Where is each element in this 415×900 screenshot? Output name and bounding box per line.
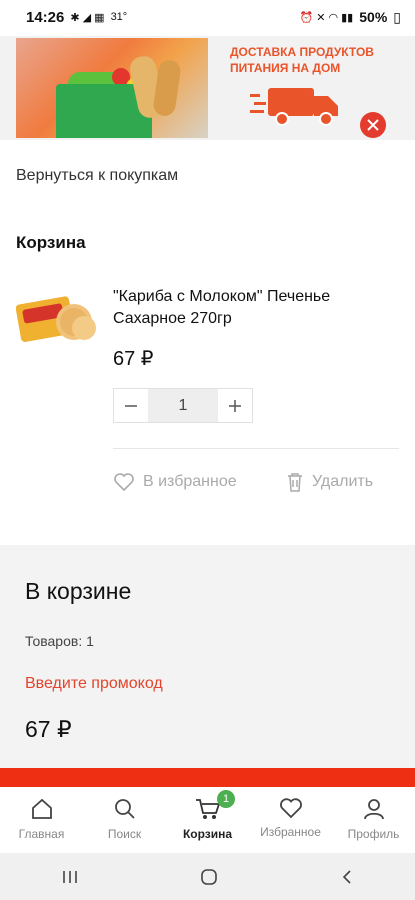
add-to-favorites-label: В избранное [143, 473, 237, 490]
enter-promo-code-link[interactable]: Введите промокод [25, 675, 163, 693]
status-temp: 31° [110, 11, 128, 23]
cart-badge: 1 [217, 790, 235, 808]
promo-banner[interactable]: ДОСТАВКА ПРОДУКТОВ ПИТАНИЯ НА ДОМ [0, 36, 415, 140]
heart-icon [114, 473, 134, 492]
trash-icon [288, 473, 302, 492]
status-time: 14:26 [26, 8, 65, 26]
battery-level: 50% [359, 9, 388, 25]
nav-label-cart: Корзина [182, 827, 233, 841]
nav-label-profile: Профиль [347, 827, 400, 841]
recent-apps-icon[interactable] [61, 869, 79, 885]
total-price: 67 ₽ [25, 716, 72, 742]
delete-item-label: Удалить [312, 473, 374, 490]
search-icon [114, 799, 135, 819]
heart-icon [279, 798, 302, 819]
quantity-stepper[interactable]: 1 [113, 388, 253, 423]
nav-label-home: Главная [18, 827, 65, 841]
delete-item-button[interactable]: Удалить [286, 472, 373, 492]
nav-label-favorites: Избранное [260, 825, 321, 839]
status-left: 14:26 ✱ ◢ ▦ 31° [26, 9, 127, 26]
banner-photo [16, 38, 208, 138]
quantity-value[interactable]: 1 [148, 389, 218, 422]
nav-item-profile[interactable]: Профиль [332, 787, 415, 853]
product-price: 67 ₽ [113, 348, 154, 370]
banner-close-button[interactable] [360, 112, 386, 138]
home-icon [31, 798, 52, 819]
battery-icon: ▯ [393, 8, 401, 25]
items-count: Товаров: 1 [25, 633, 94, 649]
notification-icons: ✱ ◢ ▦ [70, 11, 105, 24]
plus-icon [229, 399, 241, 412]
nav-item-cart[interactable]: 1 Корзина [166, 787, 249, 853]
banner-title: ДОСТАВКА ПРОДУКТОВ ПИТАНИЯ НА ДОМ [230, 45, 374, 75]
summary-title: В корзине [25, 578, 132, 604]
home-button-icon[interactable] [200, 868, 218, 886]
divider [113, 448, 399, 449]
system-navigation-bar [0, 853, 415, 900]
back-to-shopping-link[interactable]: Вернуться к покупкам [16, 167, 178, 185]
cart-heading: Корзина [16, 233, 86, 252]
minus-icon [125, 404, 137, 407]
nav-item-home[interactable]: Главная [0, 787, 83, 853]
nav-label-search: Поиск [107, 827, 142, 841]
add-to-favorites-button[interactable]: В избранное [113, 472, 237, 492]
nav-item-search[interactable]: Поиск [83, 787, 166, 853]
product-name[interactable]: "Кариба с Молоком" Печенье Сахарное 270г… [113, 286, 383, 330]
close-icon [367, 119, 379, 131]
system-status-icons: ⏰ ✕ ◠ ▮▮ [299, 11, 354, 24]
decrease-quantity-button[interactable] [114, 389, 148, 422]
status-bar: 14:26 ✱ ◢ ▦ 31° ⏰ ✕ ◠ ▮▮ 50% ▯ [0, 0, 415, 34]
product-image[interactable] [16, 292, 98, 344]
profile-icon [363, 799, 384, 820]
status-right: ⏰ ✕ ◠ ▮▮ 50% ▯ [299, 9, 401, 26]
bottom-navigation: Главная Поиск 1 Корзина Избранное Профил… [0, 787, 415, 853]
back-icon[interactable] [340, 869, 354, 885]
truck-icon [250, 88, 338, 126]
increase-quantity-button[interactable] [218, 389, 252, 422]
checkout-button[interactable] [0, 768, 415, 788]
nav-item-favorites[interactable]: Избранное [249, 787, 332, 853]
cart-summary: В корзине Товаров: 1 Введите промокод 67… [0, 545, 415, 775]
